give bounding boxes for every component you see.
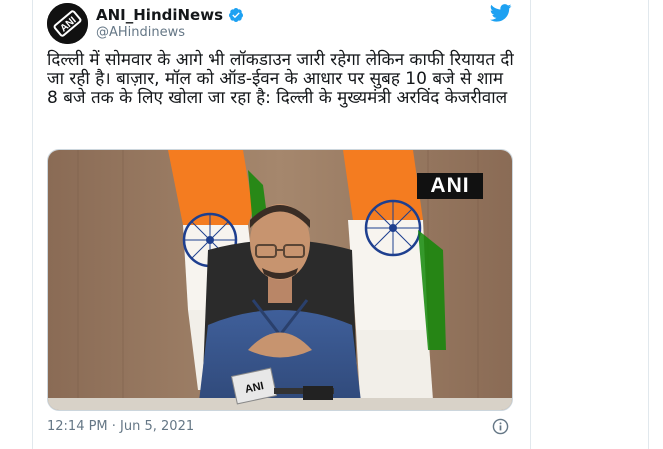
user-handle[interactable]: @AHindinews xyxy=(96,25,185,40)
person-shirt xyxy=(198,310,362,410)
display-name[interactable]: ANI_HindiNews xyxy=(96,6,223,24)
author-name-row: ANI_HindiNews xyxy=(96,6,244,24)
tweet-timestamp[interactable]: 12:14 PM · Jun 5, 2021 xyxy=(47,419,194,434)
tweet-text: दिल्ली में सोमवार के आगे भी लॉकडाउन जारी… xyxy=(47,50,514,108)
twitter-bird-icon[interactable] xyxy=(490,4,512,22)
page-divider xyxy=(648,0,649,449)
info-icon[interactable] xyxy=(492,418,509,435)
tweet-media-image[interactable]: ANI ANI xyxy=(47,149,513,411)
ani-watermark-badge: ANI xyxy=(417,173,483,199)
avatar[interactable]: ANI xyxy=(47,3,88,44)
ani-logo-icon: ANI xyxy=(47,3,88,44)
verified-badge-icon xyxy=(229,8,244,22)
